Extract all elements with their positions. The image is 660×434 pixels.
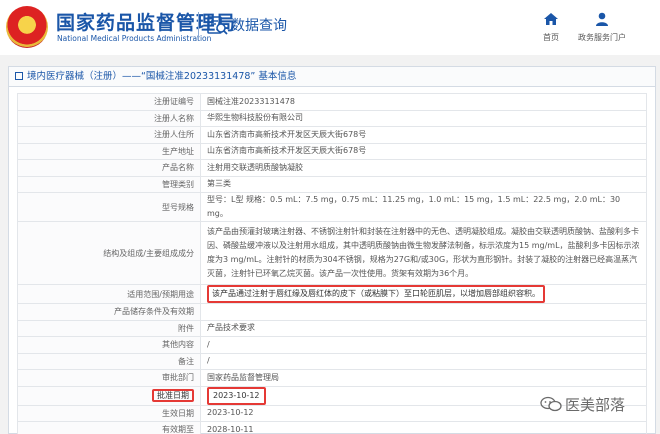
field-label-cell: 批准日期: [17, 385, 201, 406]
nav-service-portal-label: 政务服务门户: [578, 33, 626, 42]
field-value: 注射用交联透明质酸钠凝胶: [200, 159, 647, 177]
field-label: 其他内容: [17, 336, 201, 354]
site-subtitle: National Medical Products Administration: [57, 34, 212, 43]
field-value-cell: 该产品通过注射于唇红缘及唇红体的皮下（或粘膜下）至口轮匝肌层，以增加唇部组织容积…: [200, 284, 647, 304]
record-table: 注册证编号 国械注准20233131478 注册人名称 华熙生物科技股份有限公司 注…: [17, 93, 647, 434]
user-icon: [596, 12, 608, 26]
field-value: 华熙生物科技股份有限公司: [200, 109, 647, 127]
field-value: 型号：L型 规格：0.5 mL：7.5 mg，0.75 mL：11.25 mg，…: [200, 192, 647, 222]
database-query-icon: [207, 16, 228, 35]
nav-service-portal[interactable]: 政务服务门户: [570, 12, 634, 43]
field-value: [200, 303, 647, 321]
field-value: /: [200, 352, 647, 370]
field-label: 有效期至: [17, 421, 201, 434]
table-row: 附件 产品技术要求: [17, 319, 647, 337]
table-row: 生产地址 山东省济南市高新技术开发区天辰大街678号: [17, 142, 647, 160]
field-label: 结构及组成/主要组成成分: [17, 221, 201, 285]
field-value: 山东省济南市高新技术开发区天辰大街678号: [200, 126, 647, 144]
field-label: 型号规格: [17, 192, 201, 222]
table-row: 产品名称 注射用交联透明质酸钠凝胶: [17, 159, 647, 177]
field-label: 注册人名称: [17, 109, 201, 127]
table-row: 审批部门 国家药品监督管理局: [17, 369, 647, 387]
wechat-watermark: 医美部落: [540, 394, 625, 415]
field-value: /: [200, 336, 647, 354]
field-label: 产品储存条件及有效期: [17, 303, 201, 321]
breadcrumb: 境内医疗器械（注册）——“国械注准20233131478” 基本信息: [27, 71, 297, 82]
field-label: 产品名称: [17, 159, 201, 177]
field-label: 审批部门: [17, 369, 201, 387]
section-label[interactable]: 数据查询: [231, 15, 287, 35]
field-value: 山东省济南市高新技术开发区天辰大街678号: [200, 142, 647, 160]
table-row: 注册人住所 山东省济南市高新技术开发区天辰大街678号: [17, 126, 647, 144]
field-label: 注册人住所: [17, 126, 201, 144]
nav-home[interactable]: 首页: [536, 12, 566, 43]
header-divider: [198, 12, 199, 40]
highlighted-approval-date: 2023-10-12: [207, 386, 266, 405]
field-label: 生产地址: [17, 142, 201, 160]
table-row: 有效期至 2028-10-11: [17, 421, 647, 434]
highlighted-field-label: 批准日期: [152, 389, 194, 402]
wechat-icon: [540, 396, 562, 412]
table-row: 备注 /: [17, 352, 647, 370]
field-label: 管理类别: [17, 175, 201, 193]
table-row: 其他内容 /: [17, 336, 647, 354]
field-value: 国械注准20233131478: [200, 93, 647, 111]
field-label: 附件: [17, 319, 201, 337]
table-row: 产品储存条件及有效期: [17, 303, 647, 321]
table-row: 管理类别 第三类: [17, 175, 647, 193]
field-value: 第三类: [200, 175, 647, 193]
home-icon: [544, 13, 558, 25]
field-label: 适用范围/预期用途: [17, 284, 201, 304]
field-value: 2028-10-11: [200, 421, 647, 434]
national-emblem-logo: ★: [6, 6, 48, 48]
nav-home-label: 首页: [543, 33, 559, 42]
document-icon: [15, 72, 23, 80]
site-header: ★ 国家药品监督管理局 National Medical Products Ad…: [0, 0, 660, 55]
table-row: 结构及组成/主要组成成分 该产品由预灌封玻璃注射器、不锈钢注射针和封装在注射器中的…: [17, 221, 647, 285]
table-row: 注册人名称 华熙生物科技股份有限公司: [17, 109, 647, 127]
field-label: 注册证编号: [17, 93, 201, 111]
field-value: 该产品由预灌封玻璃注射器、不锈钢注射针和封装在注射器中的无色、透明凝胶组成。凝胶…: [200, 221, 647, 285]
table-row: 型号规格 型号：L型 规格：0.5 mL：7.5 mg，0.75 mL：11.25…: [17, 192, 647, 222]
record-panel: 境内医疗器械（注册）——“国械注准20233131478” 基本信息 注册证编号…: [8, 66, 656, 434]
table-row: 适用范围/预期用途 该产品通过注射于唇红缘及唇红体的皮下（或粘膜下）至口轮匝肌层，…: [17, 284, 647, 304]
watermark-text: 医美部落: [565, 396, 626, 414]
field-value: 国家药品监督管理局: [200, 369, 647, 387]
field-label: 生效日期: [17, 404, 201, 422]
table-row: 注册证编号 国械注准20233131478: [17, 93, 647, 111]
field-label: 备注: [17, 352, 201, 370]
panel-header: 境内医疗器械（注册）——“国械注准20233131478” 基本信息: [9, 67, 655, 87]
highlighted-field-value: 该产品通过注射于唇红缘及唇红体的皮下（或粘膜下）至口轮匝肌层，以增加唇部组织容积…: [207, 285, 545, 303]
attachment-link[interactable]: 产品技术要求: [200, 319, 647, 337]
